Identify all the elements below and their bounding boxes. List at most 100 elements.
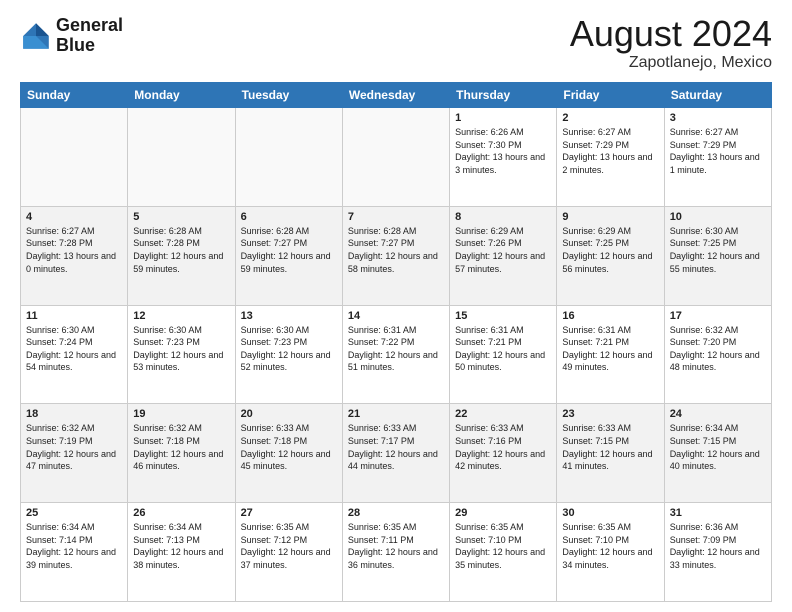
calendar-cell: 24 Sunrise: 6:34 AMSunset: 7:15 PMDayligh… <box>664 404 771 503</box>
week-row-2: 4 Sunrise: 6:27 AMSunset: 7:28 PMDaylight… <box>21 206 772 305</box>
day-number: 10 <box>670 211 766 223</box>
day-number: 21 <box>348 408 444 420</box>
day-info: Sunrise: 6:26 AMSunset: 7:30 PMDaylight:… <box>455 126 551 176</box>
header: General Blue August 2024 Zapotlanejo, Me… <box>20 16 772 72</box>
calendar-cell: 2Sunrise: 6:27 AMSunset: 7:29 PMDaylight… <box>557 108 664 207</box>
day-number: 19 <box>133 408 229 420</box>
day-number: 25 <box>26 507 122 519</box>
day-number: 7 <box>348 211 444 223</box>
page: General Blue August 2024 Zapotlanejo, Me… <box>0 0 792 612</box>
day-info: Sunrise: 6:32 AMSunset: 7:18 PMDaylight:… <box>133 422 229 472</box>
day-info: Sunrise: 6:31 AMSunset: 7:21 PMDaylight:… <box>562 324 658 374</box>
day-number: 29 <box>455 507 551 519</box>
day-info: Sunrise: 6:35 AMSunset: 7:10 PMDaylight:… <box>562 521 658 571</box>
calendar-cell: 19 Sunrise: 6:32 AMSunset: 7:18 PMDayligh… <box>128 404 235 503</box>
day-info: Sunrise: 6:33 AMSunset: 7:18 PMDaylight:… <box>241 422 337 472</box>
calendar-cell: 14Sunrise: 6:31 AMSunset: 7:22 PMDayligh… <box>342 305 449 404</box>
calendar-cell: 16 Sunrise: 6:31 AMSunset: 7:21 PMDayligh… <box>557 305 664 404</box>
day-number: 30 <box>562 507 658 519</box>
logo: General Blue <box>20 16 123 56</box>
calendar-cell: 29Sunrise: 6:35 AMSunset: 7:10 PMDayligh… <box>450 503 557 602</box>
calendar-cell: 30 Sunrise: 6:35 AMSunset: 7:10 PMDayligh… <box>557 503 664 602</box>
day-info: Sunrise: 6:28 AMSunset: 7:28 PMDaylight:… <box>133 225 229 275</box>
day-number: 4 <box>26 211 122 223</box>
day-header-tuesday: Tuesday <box>235 83 342 108</box>
day-info: Sunrise: 6:27 AMSunset: 7:29 PMDaylight:… <box>670 126 766 176</box>
calendar-cell: 4 Sunrise: 6:27 AMSunset: 7:28 PMDaylight… <box>21 206 128 305</box>
logo-icon <box>20 20 52 52</box>
day-info: Sunrise: 6:32 AMSunset: 7:19 PMDaylight:… <box>26 422 122 472</box>
week-row-1: 1 Sunrise: 6:26 AMSunset: 7:30 PMDaylight… <box>21 108 772 207</box>
week-row-3: 11Sunrise: 6:30 AMSunset: 7:24 PMDayligh… <box>21 305 772 404</box>
calendar-cell: 12Sunrise: 6:30 AMSunset: 7:23 PMDayligh… <box>128 305 235 404</box>
day-info: Sunrise: 6:31 AMSunset: 7:22 PMDaylight:… <box>348 324 444 374</box>
day-number: 17 <box>670 310 766 322</box>
logo-line1: General <box>56 16 123 36</box>
calendar-cell: 1 Sunrise: 6:26 AMSunset: 7:30 PMDaylight… <box>450 108 557 207</box>
title-block: August 2024 Zapotlanejo, Mexico <box>570 16 772 72</box>
calendar-cell: 6Sunrise: 6:28 AMSunset: 7:27 PMDaylight… <box>235 206 342 305</box>
day-info: Sunrise: 6:27 AMSunset: 7:28 PMDaylight:… <box>26 225 122 275</box>
calendar-cell: 11Sunrise: 6:30 AMSunset: 7:24 PMDayligh… <box>21 305 128 404</box>
day-number: 24 <box>670 408 766 420</box>
day-number: 8 <box>455 211 551 223</box>
calendar-cell: 23Sunrise: 6:33 AMSunset: 7:15 PMDayligh… <box>557 404 664 503</box>
calendar-cell: 9 Sunrise: 6:29 AMSunset: 7:25 PMDaylight… <box>557 206 664 305</box>
day-info: Sunrise: 6:28 AMSunset: 7:27 PMDaylight:… <box>348 225 444 275</box>
day-number: 13 <box>241 310 337 322</box>
week-row-5: 25 Sunrise: 6:34 AMSunset: 7:14 PMDayligh… <box>21 503 772 602</box>
logo-text: General Blue <box>56 16 123 56</box>
day-info: Sunrise: 6:29 AMSunset: 7:25 PMDaylight:… <box>562 225 658 275</box>
calendar-cell: 21 Sunrise: 6:33 AMSunset: 7:17 PMDayligh… <box>342 404 449 503</box>
calendar-cell: 8 Sunrise: 6:29 AMSunset: 7:26 PMDaylight… <box>450 206 557 305</box>
day-header-saturday: Saturday <box>664 83 771 108</box>
day-info: Sunrise: 6:29 AMSunset: 7:26 PMDaylight:… <box>455 225 551 275</box>
day-header-wednesday: Wednesday <box>342 83 449 108</box>
day-info: Sunrise: 6:33 AMSunset: 7:17 PMDaylight:… <box>348 422 444 472</box>
calendar-cell: 22 Sunrise: 6:33 AMSunset: 7:16 PMDayligh… <box>450 404 557 503</box>
day-header-friday: Friday <box>557 83 664 108</box>
calendar-table: SundayMondayTuesdayWednesdayThursdayFrid… <box>20 82 772 602</box>
day-info: Sunrise: 6:30 AMSunset: 7:25 PMDaylight:… <box>670 225 766 275</box>
day-info: Sunrise: 6:35 AMSunset: 7:12 PMDaylight:… <box>241 521 337 571</box>
day-header-thursday: Thursday <box>450 83 557 108</box>
day-info: Sunrise: 6:31 AMSunset: 7:21 PMDaylight:… <box>455 324 551 374</box>
calendar-cell: 26Sunrise: 6:34 AMSunset: 7:13 PMDayligh… <box>128 503 235 602</box>
calendar-cell: 10 Sunrise: 6:30 AMSunset: 7:25 PMDayligh… <box>664 206 771 305</box>
calendar-cell: 13Sunrise: 6:30 AMSunset: 7:23 PMDayligh… <box>235 305 342 404</box>
day-number: 27 <box>241 507 337 519</box>
day-number: 23 <box>562 408 658 420</box>
day-number: 18 <box>26 408 122 420</box>
day-number: 31 <box>670 507 766 519</box>
day-number: 22 <box>455 408 551 420</box>
day-info: Sunrise: 6:30 AMSunset: 7:23 PMDaylight:… <box>133 324 229 374</box>
calendar-cell: 31Sunrise: 6:36 AMSunset: 7:09 PMDayligh… <box>664 503 771 602</box>
calendar-cell <box>128 108 235 207</box>
day-info: Sunrise: 6:34 AMSunset: 7:14 PMDaylight:… <box>26 521 122 571</box>
calendar-cell: 15 Sunrise: 6:31 AMSunset: 7:21 PMDayligh… <box>450 305 557 404</box>
day-info: Sunrise: 6:34 AMSunset: 7:15 PMDaylight:… <box>670 422 766 472</box>
calendar-cell: 5Sunrise: 6:28 AMSunset: 7:28 PMDaylight… <box>128 206 235 305</box>
calendar-cell <box>235 108 342 207</box>
day-info: Sunrise: 6:33 AMSunset: 7:16 PMDaylight:… <box>455 422 551 472</box>
day-number: 16 <box>562 310 658 322</box>
calendar-cell: 27 Sunrise: 6:35 AMSunset: 7:12 PMDayligh… <box>235 503 342 602</box>
calendar-cell: 18 Sunrise: 6:32 AMSunset: 7:19 PMDayligh… <box>21 404 128 503</box>
day-info: Sunrise: 6:30 AMSunset: 7:24 PMDaylight:… <box>26 324 122 374</box>
day-info: Sunrise: 6:34 AMSunset: 7:13 PMDaylight:… <box>133 521 229 571</box>
day-header-sunday: Sunday <box>21 83 128 108</box>
location: Zapotlanejo, Mexico <box>570 54 772 72</box>
calendar-cell: 28Sunrise: 6:35 AMSunset: 7:11 PMDayligh… <box>342 503 449 602</box>
day-number: 9 <box>562 211 658 223</box>
day-info: Sunrise: 6:27 AMSunset: 7:29 PMDaylight:… <box>562 126 658 176</box>
calendar-cell: 7 Sunrise: 6:28 AMSunset: 7:27 PMDaylight… <box>342 206 449 305</box>
day-number: 28 <box>348 507 444 519</box>
calendar-cell <box>342 108 449 207</box>
day-number: 20 <box>241 408 337 420</box>
month-title: August 2024 <box>570 16 772 52</box>
calendar-cell: 3Sunrise: 6:27 AMSunset: 7:29 PMDaylight… <box>664 108 771 207</box>
calendar-cell: 17Sunrise: 6:32 AMSunset: 7:20 PMDayligh… <box>664 305 771 404</box>
calendar-cell <box>21 108 128 207</box>
day-number: 1 <box>455 112 551 124</box>
day-number: 15 <box>455 310 551 322</box>
